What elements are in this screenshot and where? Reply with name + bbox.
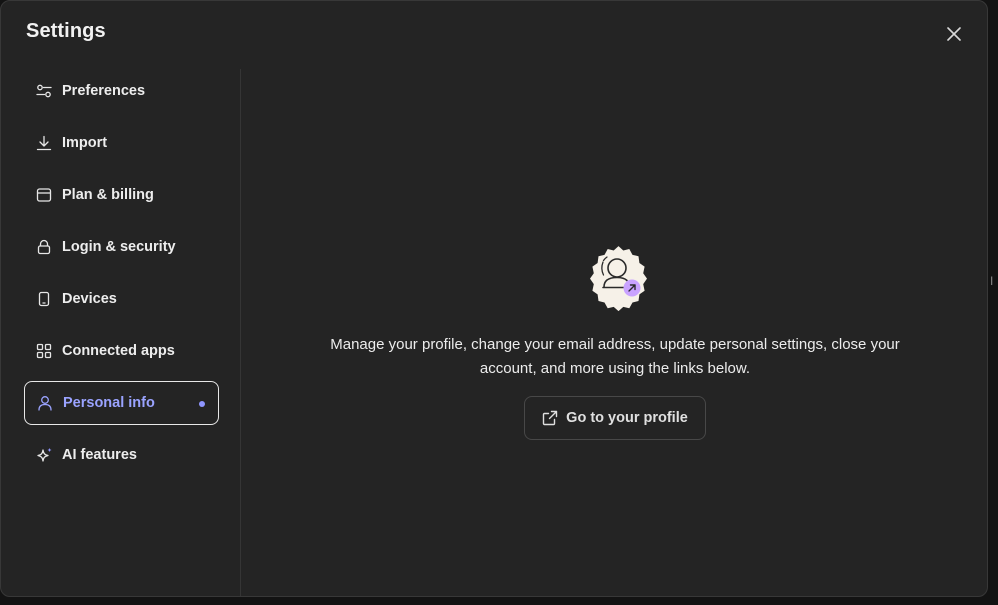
close-icon bbox=[947, 27, 961, 41]
phone-icon bbox=[35, 290, 53, 308]
settings-dialog: Settings Preferences Import Plan & billi… bbox=[0, 0, 988, 597]
close-button[interactable] bbox=[941, 21, 967, 47]
sliders-icon bbox=[35, 82, 53, 100]
background-text-fragment: I bbox=[990, 274, 994, 288]
sidebar-item-devices[interactable]: Devices bbox=[24, 277, 219, 321]
sidebar-item-label: Import bbox=[62, 135, 108, 151]
archive-box-icon bbox=[35, 186, 53, 204]
profile-badge-illustration bbox=[581, 238, 656, 313]
unread-indicator-dot bbox=[199, 401, 205, 407]
profile-badge-icon bbox=[590, 246, 647, 312]
external-link-icon bbox=[542, 410, 558, 426]
sidebar-item-connected-apps[interactable]: Connected apps bbox=[24, 329, 219, 373]
sidebar-item-ai-features[interactable]: AI features bbox=[24, 433, 219, 477]
sidebar-item-personal-info[interactable]: Personal info bbox=[24, 381, 219, 425]
go-to-profile-label: Go to your profile bbox=[566, 410, 688, 426]
sidebar-item-label: Preferences bbox=[62, 83, 146, 99]
go-to-profile-button[interactable]: Go to your profile bbox=[524, 396, 706, 440]
sparkle-icon bbox=[35, 446, 53, 464]
lock-icon bbox=[35, 238, 53, 256]
download-icon bbox=[35, 134, 53, 152]
sidebar-item-label: Plan & billing bbox=[62, 187, 154, 203]
sidebar-item-preferences[interactable]: Preferences bbox=[24, 69, 219, 113]
sidebar-item-label: Devices bbox=[62, 291, 117, 307]
sidebar-item-login-security[interactable]: Login & security bbox=[24, 225, 219, 269]
sidebar-item-label: Personal info bbox=[63, 395, 155, 411]
sidebar-item-label: AI features bbox=[62, 447, 137, 463]
person-icon bbox=[36, 394, 54, 412]
sidebar-item-plan-billing[interactable]: Plan & billing bbox=[24, 173, 219, 217]
dialog-title: Settings bbox=[26, 20, 106, 42]
personal-info-description: Manage your profile, change your email a… bbox=[330, 336, 900, 377]
sidebar-item-import[interactable]: Import bbox=[24, 121, 219, 165]
grid-icon bbox=[35, 342, 53, 360]
sidebar-item-label: Connected apps bbox=[62, 343, 175, 359]
sidebar-item-label: Login & security bbox=[62, 239, 176, 255]
